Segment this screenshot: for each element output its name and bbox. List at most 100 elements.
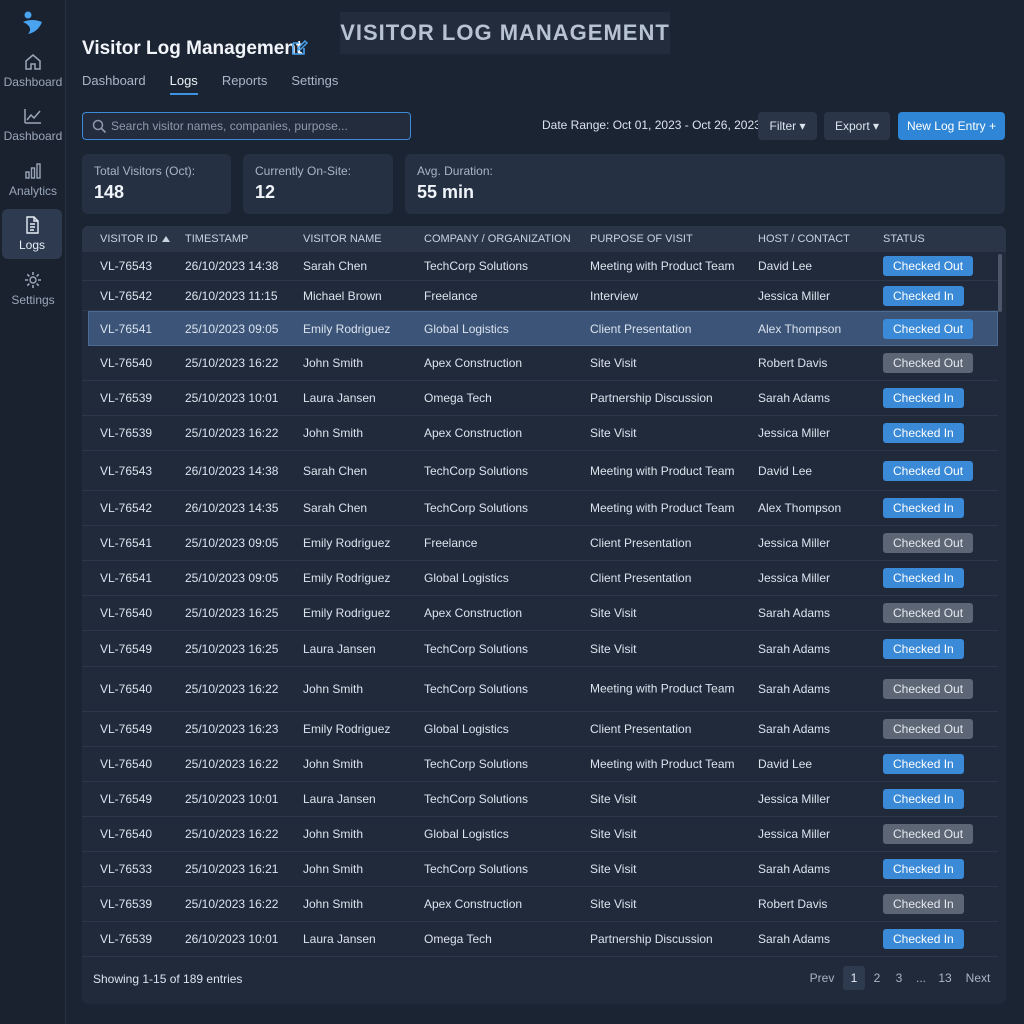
table-row[interactable]: VL-76541 25/10/2023 09:05 Emily Rodriguez F… xyxy=(82,526,998,561)
sidebar-item-settings[interactable]: Settings xyxy=(0,270,66,318)
cell-purpose: Site Visit xyxy=(590,356,637,370)
cell-visitor-id: VL-76539 xyxy=(100,426,153,440)
table-row[interactable]: VL-76540 25/10/2023 16:22 John Smith TechCo… xyxy=(82,747,998,782)
table-scrollbar[interactable] xyxy=(998,254,1002,312)
tab-logs[interactable]: Logs xyxy=(169,73,198,95)
cell-host: Sarah Adams xyxy=(758,932,831,946)
export-button[interactable]: Export ▾ xyxy=(824,112,890,140)
cell-host: Robert Davis xyxy=(758,356,828,370)
table-row[interactable]: VL-76549 25/10/2023 16:25 Laura Jansen Tech… xyxy=(82,631,998,667)
cell-company: Global Logistics xyxy=(424,571,509,585)
cell-company: Apex Construction xyxy=(424,897,523,911)
cell-host: Sarah Adams xyxy=(758,862,831,876)
cell-host: Sarah Adams xyxy=(758,391,831,405)
table-row[interactable]: VL-76539 25/10/2023 16:22 John Smith Apex C… xyxy=(82,416,998,451)
cell-purpose: Site Visit xyxy=(590,792,637,806)
table-row[interactable]: VL-76543 26/10/2023 14:38 Sarah Chen TechCo… xyxy=(82,451,998,491)
status-badge: Checked In xyxy=(883,388,964,408)
table-row[interactable]: VL-76543 26/10/2023 14:38 Sarah Chen TechCo… xyxy=(82,252,998,281)
visitor-log-table: VISITOR ID TIMESTAMP VISITOR NAME COMPAN… xyxy=(82,226,1006,1004)
status-badge: Checked Out xyxy=(883,824,974,844)
cell-visitor-id: VL-76549 xyxy=(100,792,153,806)
status-badge: Checked In xyxy=(883,498,964,518)
status-badge: Checked Out xyxy=(883,603,974,623)
table-row[interactable]: VL-76540 25/10/2023 16:22 John Smith Apex C… xyxy=(82,346,998,381)
cell-host: Jessica Miller xyxy=(758,827,831,841)
edit-icon[interactable] xyxy=(290,39,308,57)
pagination-prev[interactable]: Prev xyxy=(804,966,840,990)
sidebar-item-label: Logs xyxy=(18,238,46,252)
table-row[interactable]: VL-76541 25/10/2023 09:05 Emily Rodriguez G… xyxy=(88,311,998,346)
table-row[interactable]: VL-76540 25/10/2023 16:22 John Smith TechCo… xyxy=(82,667,998,712)
table-row[interactable]: VL-76539 26/10/2023 10:01 Laura Jansen Omeg… xyxy=(82,922,998,957)
column-header-company[interactable]: COMPANY / ORGANIZATION xyxy=(424,233,571,245)
cell-visitor-id: VL-76543 xyxy=(100,463,153,478)
sidebar-item-analytics[interactable]: Analytics xyxy=(0,161,66,209)
cell-purpose: Site Visit xyxy=(590,827,637,841)
stat-value: 12 xyxy=(255,182,276,202)
table-row[interactable]: VL-76540 25/10/2023 16:22 John Smith Global… xyxy=(82,817,998,852)
column-header-purpose[interactable]: PURPOSE OF VISIT xyxy=(590,233,693,245)
new-log-entry-button[interactable]: New Log Entry + xyxy=(898,112,1005,140)
cell-timestamp: 25/10/2023 16:22 xyxy=(185,356,279,370)
sidebar-item-dashboard[interactable]: Dashboard xyxy=(0,52,66,100)
table-row[interactable]: VL-76533 25/10/2023 16:21 John Smith TechCo… xyxy=(82,852,998,887)
cell-host: Robert Davis xyxy=(758,897,828,911)
search-input[interactable] xyxy=(111,113,406,139)
cell-company: TechCorp Solutions xyxy=(424,463,529,478)
sidebar-item-label: Settings xyxy=(11,293,55,307)
sidebar-item-dashboard-trend[interactable]: Dashboard xyxy=(0,106,66,154)
filter-button[interactable]: Filter ▾ xyxy=(758,112,817,140)
cell-visitor-id: VL-76539 xyxy=(100,932,153,946)
pagination-page-1[interactable]: 1 xyxy=(843,966,865,990)
cell-company: Omega Tech xyxy=(424,932,492,946)
cell-visitor-name: Laura Jansen xyxy=(303,932,376,946)
cell-visitor-id: VL-76540 xyxy=(100,757,153,771)
sort-asc-icon xyxy=(161,236,170,243)
sidebar-item-label: Dashboard xyxy=(3,129,63,143)
cell-timestamp: 25/10/2023 16:25 xyxy=(185,641,279,656)
cell-timestamp: 25/10/2023 16:25 xyxy=(185,606,279,620)
column-header-status[interactable]: STATUS xyxy=(883,233,925,245)
cell-host: Alex Thompson xyxy=(758,501,842,515)
table-row[interactable]: VL-76539 25/10/2023 10:01 Laura Jansen Omeg… xyxy=(82,381,998,416)
pagination-page-3[interactable]: 3 xyxy=(889,966,909,990)
column-header-visitor-id[interactable]: VISITOR ID xyxy=(100,233,170,245)
date-range[interactable]: Date Range: Oct 01, 2023 - Oct 26, 2023 xyxy=(542,118,761,132)
cell-purpose: Site Visit xyxy=(590,606,637,620)
table-row[interactable]: VL-76549 25/10/2023 16:23 Emily Rodriguez G… xyxy=(82,712,998,747)
tab-settings[interactable]: Settings xyxy=(291,73,338,95)
cell-visitor-name: Laura Jansen xyxy=(303,641,376,656)
cell-purpose: Meeting with Product Team xyxy=(590,757,735,771)
pagination-page-13[interactable]: 13 xyxy=(933,966,957,990)
table-row[interactable]: VL-76541 25/10/2023 09:05 Emily Rodriguez G… xyxy=(82,561,998,596)
sidebar-item-label: Analytics xyxy=(8,184,58,198)
cell-visitor-name: John Smith xyxy=(303,426,364,440)
table-row[interactable]: VL-76549 25/10/2023 10:01 Laura Jansen Tech… xyxy=(82,782,998,817)
sidebar-item-logs[interactable]: Logs xyxy=(2,209,62,259)
cell-purpose: Meeting with Product Team xyxy=(590,681,735,696)
cell-visitor-name: Michael Brown xyxy=(303,288,382,303)
cell-purpose: Client Presentation xyxy=(590,536,692,550)
table-row[interactable]: VL-76542 26/10/2023 11:15 Michael Brown Fre… xyxy=(82,281,998,311)
status-badge: Checked In xyxy=(883,423,964,443)
table-row[interactable]: VL-76542 26/10/2023 14:35 Sarah Chen TechCo… xyxy=(82,491,998,526)
pagination-page-2[interactable]: 2 xyxy=(867,966,887,990)
tab-dashboard[interactable]: Dashboard xyxy=(82,73,146,95)
column-header-timestamp[interactable]: TIMESTAMP xyxy=(185,233,248,245)
cell-purpose: Site Visit xyxy=(590,641,637,656)
tab-reports[interactable]: Reports xyxy=(222,73,268,95)
cell-purpose: Partnership Discussion xyxy=(590,391,713,405)
sidebar: Dashboard Dashboard Analytics Logs Setti… xyxy=(0,0,66,1024)
trend-chart-icon xyxy=(24,109,41,124)
table-row[interactable]: VL-76540 25/10/2023 16:25 Emily Rodriguez A… xyxy=(82,596,998,631)
column-header-host[interactable]: HOST / CONTACT xyxy=(758,233,850,245)
pagination-next[interactable]: Next xyxy=(962,966,994,990)
table-row[interactable]: VL-76539 25/10/2023 16:22 John Smith Apex C… xyxy=(82,887,998,922)
cell-host: Jessica Miller xyxy=(758,536,831,550)
cell-host: Jessica Miller xyxy=(758,571,831,585)
cell-visitor-id: VL-76541 xyxy=(100,571,153,585)
cell-company: Apex Construction xyxy=(424,356,523,370)
column-header-visitor-name[interactable]: VISITOR NAME xyxy=(303,233,382,245)
cell-timestamp: 25/10/2023 10:01 xyxy=(185,792,279,806)
